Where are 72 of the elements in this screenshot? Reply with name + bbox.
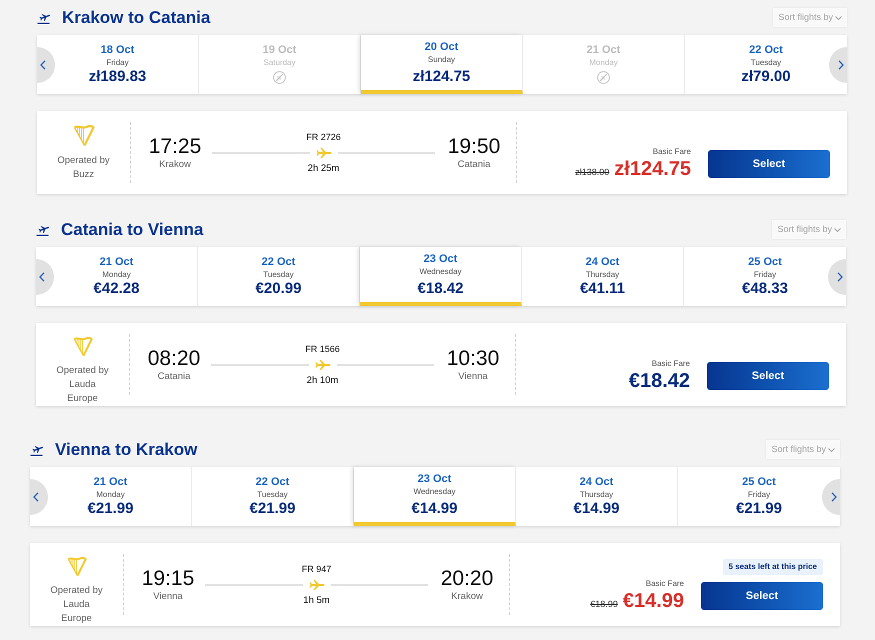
departure-time: 17:25 <box>148 134 202 158</box>
chevron-right-icon <box>838 60 844 70</box>
harp-icon <box>72 336 94 357</box>
arrival-time: 19:50 <box>448 134 500 158</box>
operated-by-label: Operated by <box>50 584 103 598</box>
chevron-down-icon <box>835 16 842 20</box>
departure-time: 08:20 <box>148 346 200 370</box>
date-tab[interactable]: 24 Oct Thursday €14.99 <box>516 467 678 526</box>
date-tab[interactable]: 18 Oct Friday zł189.83 <box>37 35 199 94</box>
date-tab[interactable]: 22 Oct Tuesday zł79.00 <box>685 35 847 94</box>
arrival-city: Vienna <box>458 370 488 382</box>
plane-takeoff-icon <box>30 444 46 456</box>
select-button[interactable]: Select <box>707 362 829 390</box>
seats-left-badge: 5 seats left at this price <box>722 559 823 575</box>
arrival-city: Catania <box>458 158 490 170</box>
operator-name: Lauda Europe <box>66 378 99 406</box>
date-tab[interactable]: 21 Oct Monday €42.28 <box>36 247 198 306</box>
flight-number: FR 2726 <box>306 130 341 142</box>
crossed-plane-icon <box>597 71 610 84</box>
flight-number: FR 1566 <box>305 342 340 354</box>
departure-city: Krakow <box>159 158 191 170</box>
departure-time: 19:15 <box>142 566 194 590</box>
fare-label: Basic Fare <box>652 147 691 157</box>
fare-price: €14.99 <box>622 589 684 613</box>
operator-name: Buzz <box>72 168 96 182</box>
fare-label: Basic Fare <box>646 579 684 589</box>
departure-city: Catania <box>158 370 190 382</box>
chevron-left-icon <box>40 60 46 70</box>
flight-duration: 1h 5m <box>303 594 330 606</box>
select-button[interactable]: Select <box>708 150 830 178</box>
date-tab[interactable]: 25 Oct Friday €21.99 <box>678 467 840 526</box>
fare-label: Basic Fare <box>652 359 690 369</box>
chevron-right-icon <box>831 492 837 502</box>
chevron-left-icon <box>33 492 39 502</box>
arrival-time: 10:30 <box>446 346 500 370</box>
flight-number: FR 947 <box>302 562 332 574</box>
chevron-down-icon <box>834 228 841 232</box>
fare-price: zł124.75 <box>614 157 691 181</box>
date-tab[interactable]: 25 Oct Friday €48.33 <box>684 247 846 306</box>
date-tab[interactable]: 23 Oct Wednesday €18.42 <box>360 247 522 306</box>
old-price: zł138.00 <box>575 166 610 179</box>
operated-by-label: Operated by <box>56 364 109 378</box>
date-tab[interactable]: 22 Oct Tuesday €20.99 <box>198 247 360 306</box>
date-tab[interactable]: 20 Oct Sunday zł124.75 <box>361 35 523 94</box>
plane-icon <box>308 580 324 590</box>
date-tab[interactable]: 24 Oct Thursday €41.11 <box>522 247 684 306</box>
chevron-right-icon <box>837 272 843 282</box>
date-tab[interactable]: 21 Oct Monday €21.99 <box>30 467 192 526</box>
plane-icon <box>314 360 330 370</box>
chevron-left-icon <box>39 272 45 282</box>
route-title: Catania to Vienna <box>61 220 204 240</box>
departure-city: Vienna <box>153 590 183 602</box>
plane-takeoff-icon <box>36 224 52 236</box>
plane-takeoff-icon <box>37 12 53 24</box>
date-tab[interactable]: 22 Oct Tuesday €21.99 <box>192 467 354 526</box>
operated-by-label: Operated by <box>57 154 110 168</box>
route-title: Vienna to Krakow <box>55 440 198 460</box>
harp-icon <box>66 556 88 577</box>
operator-name: Lauda Europe <box>60 598 93 626</box>
fare-price: €18.42 <box>628 369 690 393</box>
flight-duration: 2h 25m <box>308 162 340 174</box>
harp-icon <box>72 124 94 147</box>
crossed-plane-icon <box>273 71 286 84</box>
select-button[interactable]: Select <box>701 582 823 610</box>
chevron-down-icon <box>828 448 835 452</box>
date-tab[interactable]: 23 Oct Wednesday €14.99 <box>354 467 516 526</box>
old-price: €18.99 <box>590 598 618 611</box>
arrival-city: Krakow <box>451 590 483 602</box>
arrival-time: 20:20 <box>440 566 494 590</box>
route-title: Krakow to Catania <box>62 8 210 28</box>
flight-duration: 2h 10m <box>306 374 338 386</box>
plane-icon <box>316 148 332 158</box>
